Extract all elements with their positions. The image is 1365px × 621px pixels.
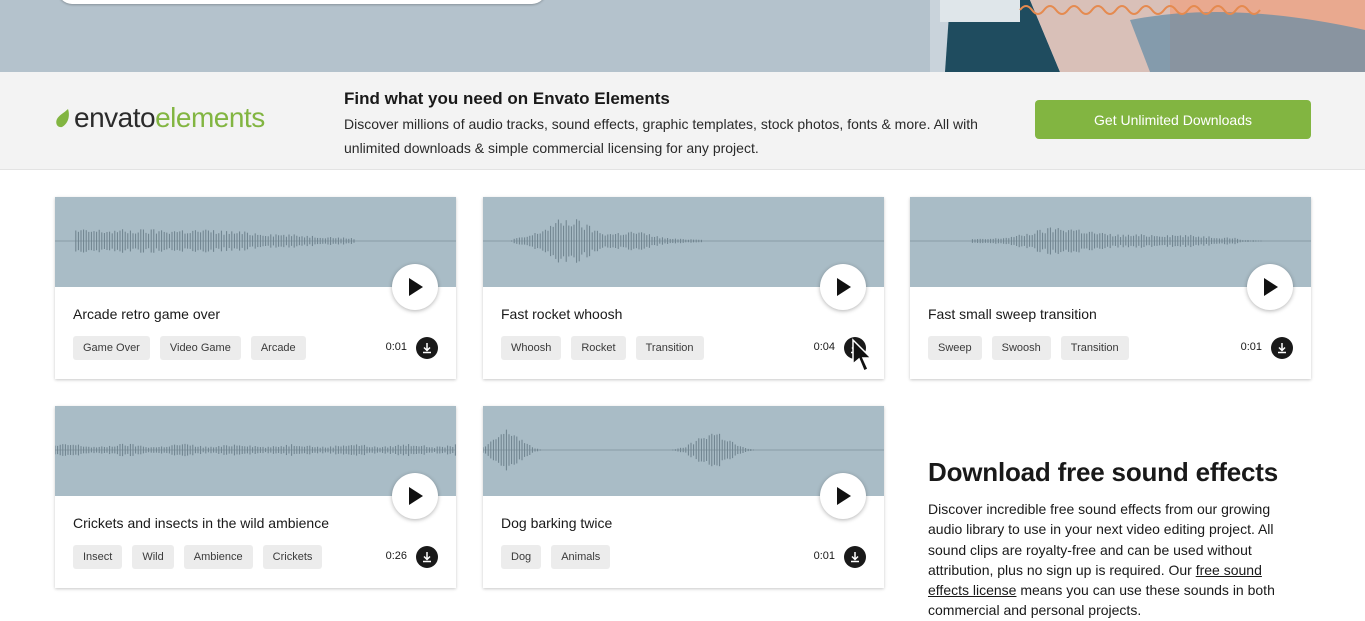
envato-promo-banner: envato elements Find what you need on En… [0, 72, 1365, 170]
duration: 0:26 [385, 550, 407, 562]
tag-list: Insect Wild Ambience Crickets [73, 545, 323, 569]
play-icon [837, 278, 851, 296]
play-icon [1264, 278, 1278, 296]
get-unlimited-downloads-button[interactable]: Get Unlimited Downloads [1035, 100, 1311, 139]
tag[interactable]: Transition [635, 336, 704, 360]
banner-title: Find what you need on Envato Elements [344, 89, 670, 108]
tag[interactable]: Whoosh [501, 336, 562, 360]
section-description: Discover incredible free sound effects f… [928, 499, 1288, 621]
tag[interactable]: Video Game [159, 336, 241, 360]
tag-list: Dog Animals [501, 545, 611, 569]
duration: 0:01 [813, 550, 835, 562]
banner-description: Discover millions of audio tracks, sound… [344, 116, 978, 156]
search-bar[interactable] [58, 0, 546, 4]
hero-banner [0, 0, 1365, 72]
tag[interactable]: Wild [132, 545, 174, 569]
tag-list: Sweep Swoosh Transition [928, 336, 1129, 360]
section-title: Download free sound effects [928, 457, 1278, 487]
hero-artwork [930, 0, 1365, 72]
sound-title[interactable]: Fast rocket whoosh [501, 306, 622, 322]
sound-card: Arcade retro game over Game Over Video G… [55, 197, 456, 379]
tag[interactable]: Game Over [73, 336, 150, 360]
logo-word-elements: elements [155, 102, 265, 133]
envato-leaf-icon [56, 109, 69, 128]
tag[interactable]: Dog [501, 545, 542, 569]
download-button[interactable] [844, 546, 866, 568]
play-button[interactable] [1247, 264, 1293, 310]
duration: 0:04 [813, 341, 835, 353]
tag[interactable]: Insect [73, 545, 123, 569]
download-icon [1278, 343, 1286, 354]
envato-elements-logo[interactable]: envato elements [54, 102, 265, 134]
tag[interactable]: Arcade [250, 336, 306, 360]
play-button[interactable] [820, 473, 866, 519]
sound-card: Crickets and insects in the wild ambienc… [55, 406, 456, 588]
sound-title[interactable]: Fast small sweep transition [928, 306, 1097, 322]
sound-title[interactable]: Arcade retro game over [73, 306, 220, 322]
tag[interactable]: Rocket [571, 336, 626, 360]
tag[interactable]: Transition [1060, 336, 1129, 360]
play-icon [409, 278, 423, 296]
download-button[interactable] [416, 337, 438, 359]
duration: 0:01 [385, 341, 407, 353]
tag-list: Game Over Video Game Arcade [73, 336, 306, 360]
sound-card: Dog barking twice Dog Animals 0:01 [483, 406, 884, 588]
play-icon [837, 487, 851, 505]
tag-list: Whoosh Rocket Transition [501, 336, 704, 360]
sound-title[interactable]: Crickets and insects in the wild ambienc… [73, 515, 329, 531]
play-icon [409, 487, 423, 505]
tag[interactable]: Animals [551, 545, 611, 569]
sound-card: Fast small sweep transition Sweep Swoosh… [910, 197, 1311, 379]
tag[interactable]: Swoosh [991, 336, 1051, 360]
duration: 0:01 [1240, 341, 1262, 353]
tag[interactable]: Sweep [928, 336, 982, 360]
tag[interactable]: Ambience [183, 545, 253, 569]
tag[interactable]: Crickets [262, 545, 323, 569]
download-button[interactable] [416, 546, 438, 568]
play-button[interactable] [392, 264, 438, 310]
sound-card: Fast rocket whoosh Whoosh Rocket Transit… [483, 197, 884, 379]
sound-title[interactable]: Dog barking twice [501, 515, 612, 531]
download-icon [423, 343, 431, 354]
mouse-cursor-icon [852, 338, 873, 373]
play-button[interactable] [392, 473, 438, 519]
download-button[interactable] [1271, 337, 1293, 359]
logo-word-envato: envato [74, 102, 156, 133]
play-button[interactable] [820, 264, 866, 310]
download-icon [423, 552, 431, 563]
download-icon [851, 552, 859, 563]
